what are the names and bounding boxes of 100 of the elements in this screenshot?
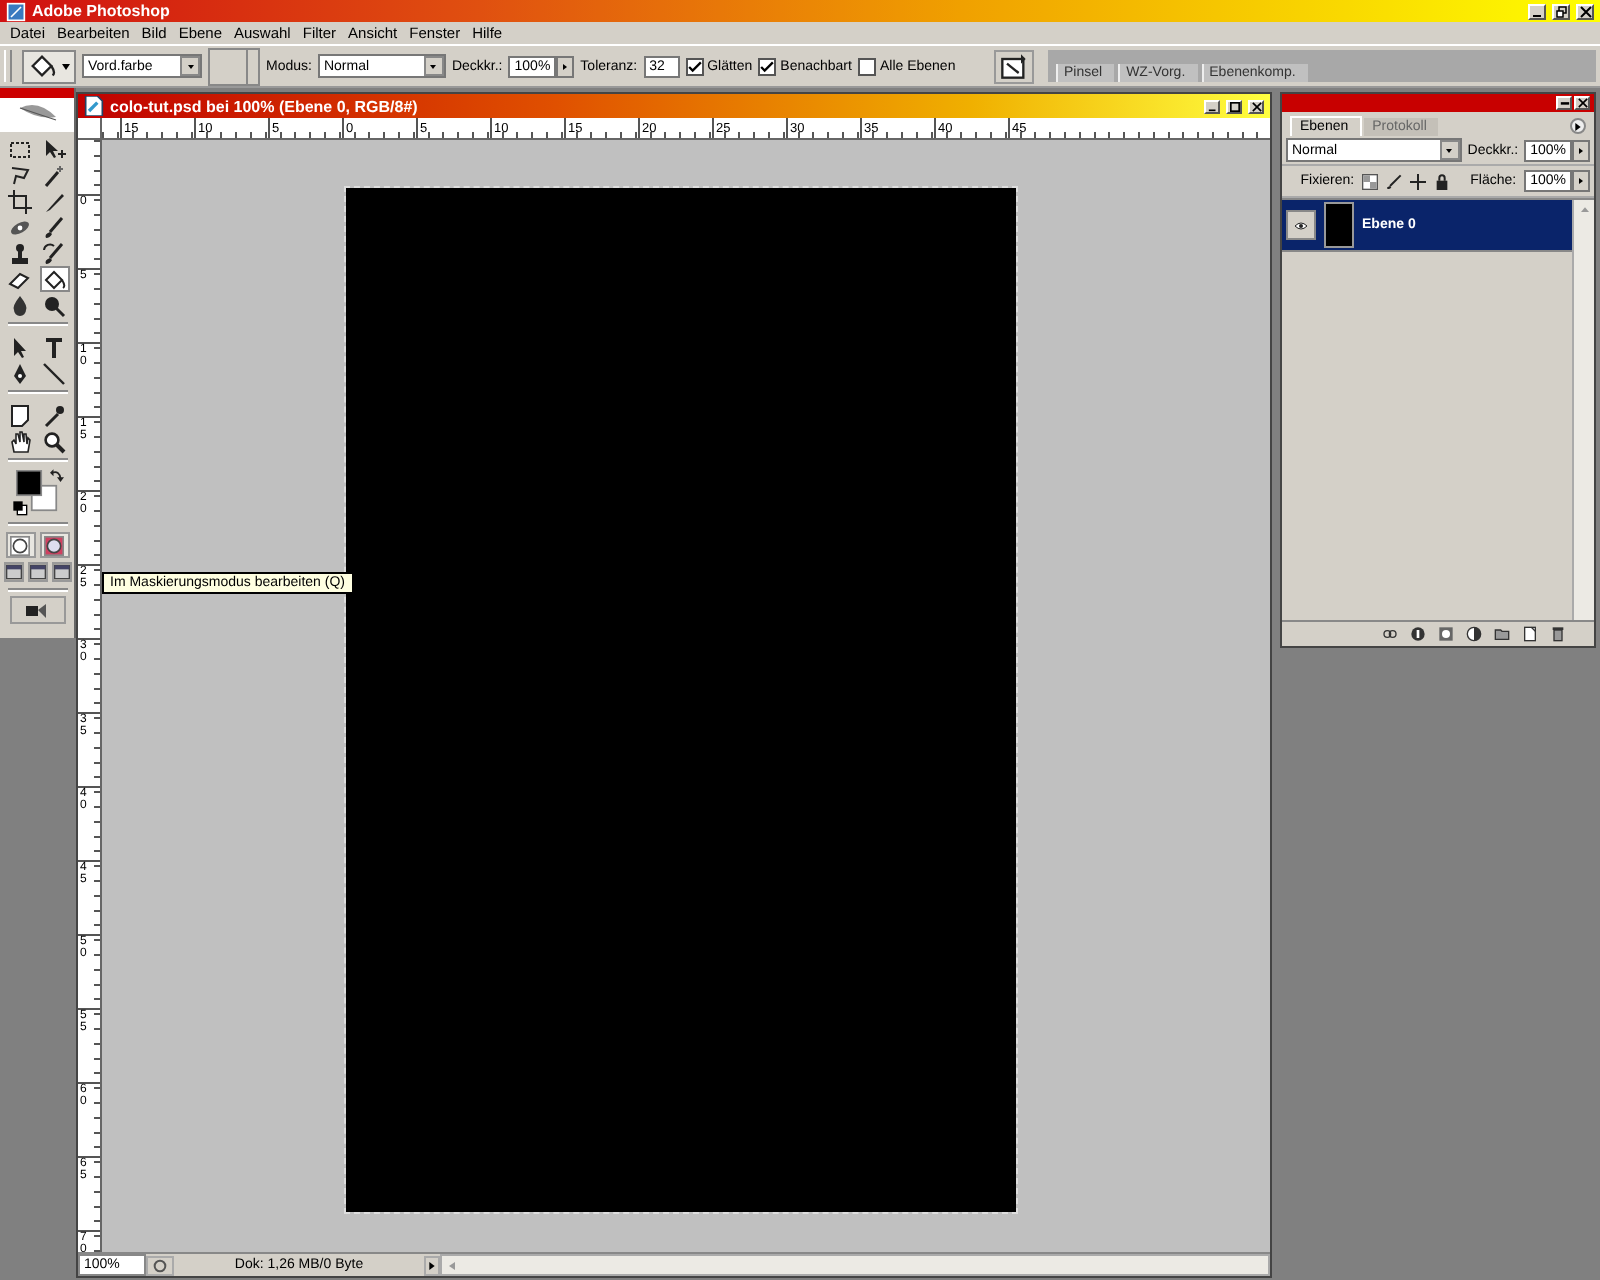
tool-preset-button[interactable] [22,49,76,83]
visibility-toggle[interactable] [1286,210,1316,240]
caret-icon [185,63,195,69]
tool-button[interactable] [39,240,69,266]
scroll-up-icon [1579,206,1589,214]
lasso-icon [8,163,32,187]
knife-icon [42,189,66,213]
layer-thumbnail [1324,202,1354,248]
triangle-right-icon [562,61,569,71]
folder-icon[interactable] [1494,626,1510,642]
close-icon [1251,101,1261,111]
paint-bucket-icon [28,52,56,80]
tool-button[interactable] [5,402,35,428]
screen-mode-button[interactable] [27,562,47,582]
circle-icon [10,535,30,555]
dashed-rectangle-icon [8,137,32,161]
tool-button[interactable] [39,292,69,318]
quick-mask-button[interactable] [39,532,69,558]
brush-icon [42,241,66,265]
tool-button[interactable] [39,428,69,454]
checkerboard-icon[interactable] [1362,173,1379,189]
paint-bucket-icon [42,267,66,291]
tool-button[interactable] [39,360,69,386]
maximize-button[interactable] [1226,99,1242,113]
checkbox[interactable] [685,57,704,75]
vertical-scrollbar[interactable] [1572,200,1594,620]
tool-button[interactable] [5,188,35,214]
sponge-icon [42,293,66,317]
eraser-icon [8,267,32,291]
stamp-icon [8,241,32,265]
folder-icon [1000,52,1028,80]
minimize-button[interactable] [1204,99,1220,113]
tool-button[interactable] [39,402,69,428]
caret-icon [1444,147,1455,153]
checkbox[interactable] [857,57,876,75]
slider-button[interactable] [556,55,575,77]
screen-mode-button[interactable] [3,562,23,582]
triangle-right-icon [1578,145,1584,155]
window-icon [53,564,69,580]
swap-arrow-icon[interactable] [49,468,63,482]
window-icon [5,564,21,580]
close-icon [1579,5,1591,17]
note-icon [8,403,32,427]
info-menu-button[interactable] [424,1255,440,1275]
arrow-cross-icon [42,137,66,161]
zoom-icon [42,429,66,453]
padlock-icon[interactable] [1434,173,1451,189]
link-icon[interactable] [1382,626,1398,642]
half-circle-icon[interactable] [1466,626,1482,642]
close-button[interactable] [1576,3,1594,19]
pen-icon [8,361,32,385]
triangle-right-icon [1578,176,1584,186]
color-swatches-drawing[interactable] [15,470,57,512]
caret-icon [62,63,70,69]
horizontal-scrollbar[interactable] [440,1254,1270,1276]
maximize-icon [1229,101,1239,111]
brush-icon [42,215,66,239]
window-title: Adobe Photoshop [32,2,170,20]
line-icon [42,361,66,385]
feather-drawing[interactable] [0,88,74,132]
checkmark-icon [687,59,702,73]
hand-icon [8,429,32,453]
preview-button[interactable] [146,1255,174,1275]
drop-icon [8,293,32,317]
mask-icon[interactable] [1438,626,1454,642]
standard-mode-button[interactable] [5,532,35,558]
slider-button[interactable] [1572,170,1590,192]
minimize-button[interactable] [1528,3,1546,19]
close-button[interactable] [1574,96,1590,110]
tool-button[interactable] [39,266,69,292]
trash-icon[interactable] [1550,626,1566,642]
tool-button[interactable] [5,428,35,454]
jump-button[interactable] [9,596,65,624]
triangle-right-icon [428,1259,436,1271]
tool-button[interactable] [5,136,35,162]
screen-mode-button[interactable] [51,562,71,582]
brush-icon[interactable] [1386,173,1403,189]
move-arrows-icon[interactable] [1410,173,1427,189]
document-title: colo-tut.psd bei 100% (Ebene 0, RGB/8#) [110,97,418,115]
close-button[interactable] [1248,99,1264,113]
panel-menu-button[interactable] [1570,118,1586,134]
tool-button[interactable] [39,162,69,188]
magic-wand-icon [42,163,66,187]
minimize-icon [1559,98,1569,108]
type-tool-icon [42,335,66,359]
circle-icon [44,535,64,555]
eyedropper-icon [42,403,66,427]
minimize-button[interactable] [1556,96,1572,110]
app-icon [6,1,26,21]
slider-button[interactable] [1572,139,1590,161]
restore-button[interactable] [1552,3,1570,19]
restore-icon [1555,5,1567,17]
checkbox[interactable] [758,57,777,75]
bandage-icon [8,215,32,239]
eye-icon [1292,219,1310,231]
new-layer-icon[interactable] [1522,626,1538,642]
scroll-left-icon [446,1259,458,1271]
default-colors-icon[interactable] [11,500,27,516]
crop-icon [8,189,32,213]
file-browser-button[interactable] [994,49,1034,83]
